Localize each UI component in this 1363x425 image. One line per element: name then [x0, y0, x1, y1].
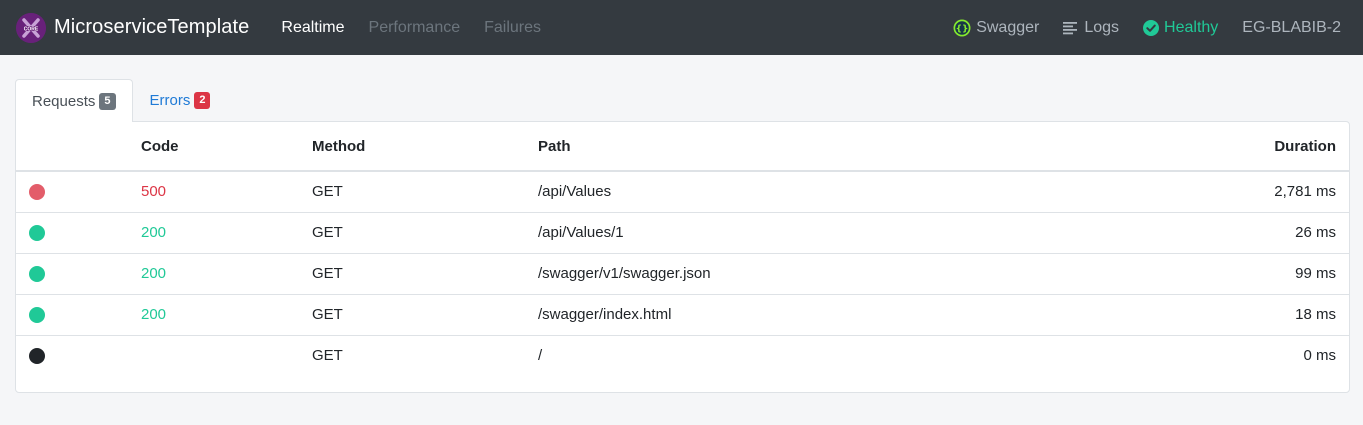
header-code[interactable]: Code	[141, 122, 312, 172]
host-name: EG-BLABIB-2	[1242, 18, 1341, 36]
table-header-row: Code Method Path Duration	[16, 122, 1349, 172]
status-dot	[29, 225, 45, 242]
request-duration: 18 ms	[1104, 294, 1349, 336]
status-code: 200	[141, 212, 312, 254]
requests-count-badge: 5	[99, 92, 116, 110]
request-path: /swagger/index.html	[538, 294, 1105, 336]
status-dot	[29, 266, 45, 283]
request-path: /api/Values	[538, 171, 1105, 213]
status-code: 500	[141, 171, 312, 213]
app-title: MicroserviceTemplate	[54, 16, 250, 38]
request-duration: 0 ms	[1303, 347, 1336, 365]
request-path: /swagger/v1/swagger.json	[538, 253, 1105, 295]
status-dot	[29, 348, 45, 365]
table-row[interactable]: GET / 0 ms	[16, 335, 1349, 376]
request-duration: 26 ms	[1104, 212, 1349, 254]
health-status[interactable]: Healthy	[1143, 19, 1218, 37]
table-row[interactable]: 500 GET /api/Values 2,781 ms	[16, 171, 1349, 213]
header-duration[interactable]: Duration	[1104, 122, 1349, 172]
check-circle-icon	[1143, 19, 1160, 36]
swagger-link[interactable]: {} Swagger	[953, 19, 1039, 37]
errors-count-badge: 2	[194, 92, 211, 109]
http-method: GET	[312, 294, 538, 336]
nav-performance[interactable]: Performance	[369, 19, 461, 37]
http-method: GET	[312, 347, 343, 365]
header-status	[16, 122, 141, 172]
status-code	[141, 335, 312, 376]
requests-card: Code Method Path Duration 500 GET /api/V…	[15, 121, 1350, 393]
http-method: GET	[312, 253, 538, 295]
logs-label: Logs	[1084, 18, 1120, 36]
request-duration: 99 ms	[1104, 253, 1349, 295]
status-dot	[29, 184, 45, 201]
logs-lines-icon	[1063, 21, 1079, 35]
request-path: /	[538, 347, 543, 365]
table-row[interactable]: 200 GET /swagger/index.html 18 ms	[16, 294, 1349, 336]
tab-requests-label: Requests	[32, 92, 96, 110]
health-label: Healthy	[1164, 18, 1219, 36]
tab-bar: Requests 5 Errors 2	[15, 79, 1348, 122]
main-nav: Realtime Performance Failures	[281, 19, 565, 37]
status-code: 200	[141, 253, 312, 295]
table-row[interactable]: 200 GET /swagger/v1/swagger.json 99 ms	[16, 253, 1349, 295]
tab-errors[interactable]: Errors 2	[133, 79, 228, 121]
status-dot	[29, 307, 45, 324]
svg-text:CORE: CORE	[24, 26, 39, 32]
requests-table: Code Method Path Duration 500 GET /api/V…	[16, 122, 1349, 376]
table-row[interactable]: 200 GET /api/Values/1 26 ms	[16, 212, 1349, 254]
swagger-label: Swagger	[976, 18, 1040, 36]
header-method[interactable]: Method	[312, 122, 538, 172]
nav-right: {} Swagger Logs Healthy EG-BLABIB-2	[929, 0, 1341, 55]
tab-requests[interactable]: Requests 5	[15, 79, 133, 122]
logs-link[interactable]: Logs	[1063, 19, 1119, 37]
dotnet-core-logo-icon: CORE	[16, 12, 46, 43]
svg-text:{}: {}	[956, 24, 969, 34]
header-path[interactable]: Path	[538, 122, 1105, 172]
request-duration: 2,781 ms	[1104, 171, 1349, 213]
tab-errors-label: Errors	[149, 92, 191, 109]
nav-realtime[interactable]: Realtime	[281, 19, 344, 37]
http-method: GET	[312, 212, 538, 254]
nav-failures[interactable]: Failures	[484, 19, 541, 37]
top-navbar: CORE MicroserviceTemplate Realtime Perfo…	[0, 0, 1363, 55]
brand[interactable]: CORE MicroserviceTemplate	[16, 12, 250, 43]
main-content: Requests 5 Errors 2 Code Method Path Dur…	[0, 55, 1363, 393]
request-path: /api/Values/1	[538, 212, 1105, 254]
http-method: GET	[312, 171, 538, 213]
swagger-icon: {}	[953, 19, 971, 37]
status-code: 200	[141, 294, 312, 336]
